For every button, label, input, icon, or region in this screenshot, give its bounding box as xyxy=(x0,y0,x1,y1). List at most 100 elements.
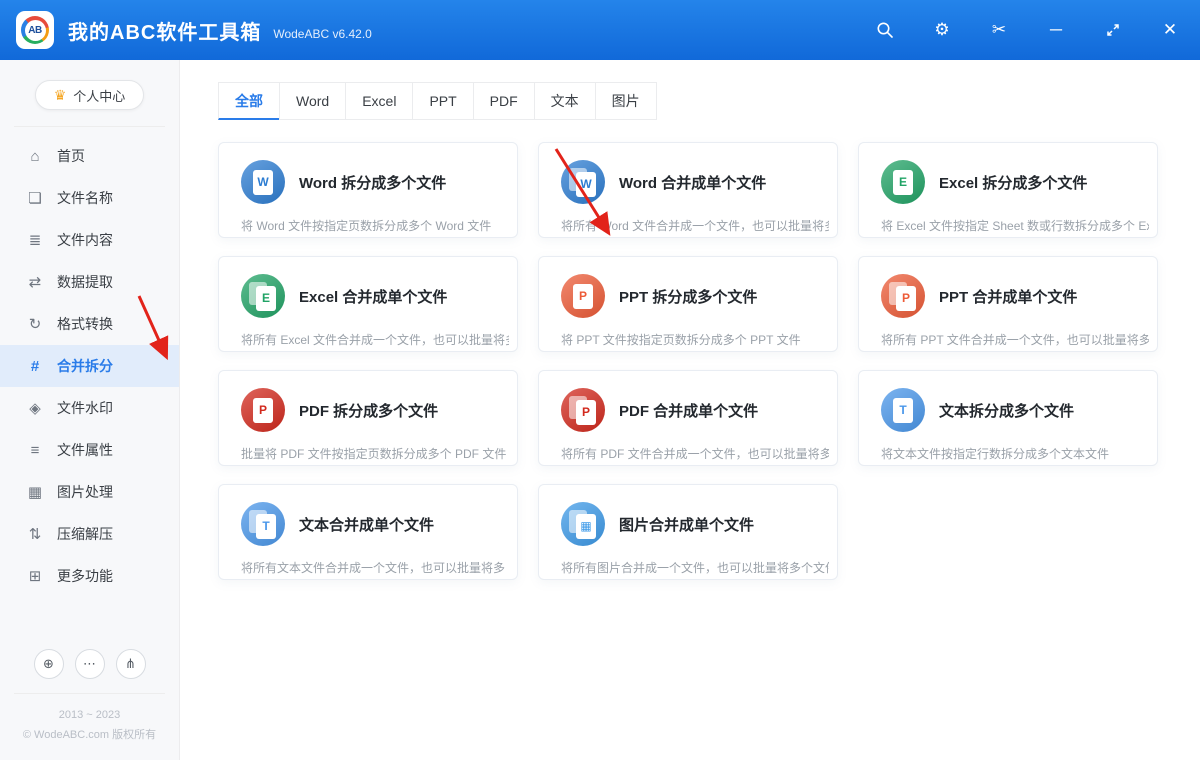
tab-all[interactable]: 全部 xyxy=(218,82,280,120)
sidebar-item-label: 合并拆分 xyxy=(57,356,113,376)
sidebar-item-label: 压缩解压 xyxy=(57,524,113,544)
app-logo-icon: AB xyxy=(16,11,54,49)
card-ppt-split[interactable]: P PPT 拆分成多个文件 将 PPT 文件按指定页数拆分成多个 PPT 文件 xyxy=(538,256,838,352)
profile-center-button[interactable]: ♛ 个人中心 xyxy=(35,80,145,110)
card-title: PPT 合并成单个文件 xyxy=(939,286,1077,307)
sidebar-item-label: 图片处理 xyxy=(57,482,113,502)
card-title: 图片合并成单个文件 xyxy=(619,514,754,535)
image-process-icon: ▦ xyxy=(26,483,44,501)
sidebar-item-image-process[interactable]: ▦ 图片处理 xyxy=(0,471,179,513)
sidebar-item-file-attrs[interactable]: ≡ 文件属性 xyxy=(0,429,179,471)
card-description: 将 Excel 文件按指定 Sheet 数或行数拆分成多个 Exc xyxy=(881,217,1149,234)
card-word-split[interactable]: W Word 拆分成多个文件 将 Word 文件按指定页数拆分成多个 Word … xyxy=(218,142,518,238)
settings-gear-icon[interactable]: ⚙ xyxy=(932,20,952,40)
card-title: PPT 拆分成多个文件 xyxy=(619,286,757,307)
sidebar-item-label: 更多功能 xyxy=(57,566,113,586)
card-text-merge[interactable]: T 文本合并成单个文件 将所有文本文件合并成一个文件，也可以批量将多 xyxy=(218,484,518,580)
sidebar-item-file-name[interactable]: ❏ 文件名称 xyxy=(0,177,179,219)
sidebar-item-label: 数据提取 xyxy=(57,272,113,292)
app-version: WodeABC v6.42.0 xyxy=(273,27,372,41)
tab-image[interactable]: 图片 xyxy=(595,82,657,120)
card-pdf-merge[interactable]: P PDF 合并成单个文件 将所有 PDF 文件合并成一个文件，也可以批量将多 xyxy=(538,370,838,466)
card-image-merge[interactable]: ▦ 图片合并成单个文件 将所有图片合并成一个文件，也可以批量将多个文件 xyxy=(538,484,838,580)
word-split-icon: W xyxy=(241,160,285,204)
card-excel-merge[interactable]: E Excel 合并成单个文件 将所有 Excel 文件合并成一个文件，也可以批… xyxy=(218,256,518,352)
card-title: PDF 拆分成多个文件 xyxy=(299,400,438,421)
sidebar-item-label: 首页 xyxy=(57,146,85,166)
card-description: 将所有图片合并成一个文件，也可以批量将多个文件 xyxy=(561,559,829,576)
card-description: 将 PPT 文件按指定页数拆分成多个 PPT 文件 xyxy=(561,331,829,348)
sidebar-menu: ⌂ 首页 ❏ 文件名称 ≣ 文件内容 ⇄ 数据提取 ↻ 格式转换 # 合并拆分 xyxy=(0,127,179,649)
card-description: 将所有 Excel 文件合并成一个文件，也可以批量将多 xyxy=(241,331,509,348)
sidebar-item-label: 格式转换 xyxy=(57,314,113,334)
file-content-icon: ≣ xyxy=(26,231,44,249)
sidebar-bottom: ⊕ ⋯ ⋔ 2013 ~ 2023 © WodeABC.com 版权所有 xyxy=(0,649,179,760)
excel-merge-icon: E xyxy=(241,274,285,318)
tab-text[interactable]: 文本 xyxy=(534,82,596,120)
excel-split-icon: E xyxy=(881,160,925,204)
titlebar-actions: ⚙ ✂ ─ ✕ xyxy=(875,20,1180,40)
sidebar-item-more[interactable]: ⊞ 更多功能 xyxy=(0,555,179,597)
sidebar-item-file-content[interactable]: ≣ 文件内容 xyxy=(0,219,179,261)
ppt-split-icon: P xyxy=(561,274,605,318)
pdf-merge-icon: P xyxy=(561,388,605,432)
sidebar-item-home[interactable]: ⌂ 首页 xyxy=(0,135,179,177)
card-text-split[interactable]: T 文本拆分成多个文件 将文本文件按指定行数拆分成多个文本文件 xyxy=(858,370,1158,466)
maximize-button[interactable] xyxy=(1103,22,1123,38)
sidebar-item-watermark[interactable]: ◈ 文件水印 xyxy=(0,387,179,429)
more-features-icon: ⊞ xyxy=(26,567,44,585)
card-word-merge[interactable]: W Word 合并成单个文件 将所有 Word 文件合并成一个文件，也可以批量将… xyxy=(538,142,838,238)
sidebar-item-data-extract[interactable]: ⇄ 数据提取 xyxy=(0,261,179,303)
profile-section: ♛ 个人中心 xyxy=(14,60,165,127)
card-excel-split[interactable]: E Excel 拆分成多个文件 将 Excel 文件按指定 Sheet 数或行数… xyxy=(858,142,1158,238)
text-merge-icon: T xyxy=(241,502,285,546)
card-title: Excel 拆分成多个文件 xyxy=(939,172,1087,193)
scissors-icon[interactable]: ✂ xyxy=(989,20,1009,40)
profile-center-label: 个人中心 xyxy=(73,86,125,105)
card-title: PDF 合并成单个文件 xyxy=(619,400,758,421)
footer-copyright: © WodeABC.com 版权所有 xyxy=(0,726,179,746)
card-description: 将所有 PDF 文件合并成一个文件，也可以批量将多 xyxy=(561,445,829,462)
tab-ppt[interactable]: PPT xyxy=(412,82,473,120)
sidebar-item-label: 文件名称 xyxy=(57,188,113,208)
card-pdf-split[interactable]: P PDF 拆分成多个文件 批量将 PDF 文件按指定页数拆分成多个 PDF 文… xyxy=(218,370,518,466)
card-description: 将所有 Word 文件合并成一个文件，也可以批量将多 xyxy=(561,217,829,234)
card-title: Excel 合并成单个文件 xyxy=(299,286,447,307)
feedback-chat-icon[interactable]: ⋯ xyxy=(75,649,105,679)
share-icon[interactable]: ⋔ xyxy=(116,649,146,679)
sidebar-footer: 2013 ~ 2023 © WodeABC.com 版权所有 xyxy=(0,694,179,760)
sidebar-item-format-convert[interactable]: ↻ 格式转换 xyxy=(0,303,179,345)
sidebar: ♛ 个人中心 ⌂ 首页 ❏ 文件名称 ≣ 文件内容 ⇄ 数据提取 ↻ xyxy=(0,60,180,760)
titlebar: AB 我的ABC软件工具箱 WodeABC v6.42.0 ⚙ ✂ ─ ✕ xyxy=(0,0,1200,60)
card-description: 将文本文件按指定行数拆分成多个文本文件 xyxy=(881,445,1149,462)
footer-years: 2013 ~ 2023 xyxy=(0,706,179,726)
card-description: 将所有 PPT 文件合并成一个文件，也可以批量将多 xyxy=(881,331,1149,348)
text-split-icon: T xyxy=(881,388,925,432)
sidebar-item-compress[interactable]: ⇅ 压缩解压 xyxy=(0,513,179,555)
card-title: Word 拆分成多个文件 xyxy=(299,172,446,193)
close-button[interactable]: ✕ xyxy=(1160,20,1180,40)
sidebar-item-label: 文件内容 xyxy=(57,230,113,250)
sidebar-item-label: 文件水印 xyxy=(57,398,113,418)
crown-icon: ♛ xyxy=(54,87,67,104)
tab-excel[interactable]: Excel xyxy=(345,82,413,120)
minimize-button[interactable]: ─ xyxy=(1046,20,1066,40)
sidebar-item-merge-split[interactable]: # 合并拆分 xyxy=(0,345,179,387)
format-convert-icon: ↻ xyxy=(26,315,44,333)
image-merge-icon: ▦ xyxy=(561,502,605,546)
tool-card-grid: W Word 拆分成多个文件 将 Word 文件按指定页数拆分成多个 Word … xyxy=(218,142,1200,580)
home-icon: ⌂ xyxy=(26,148,44,165)
logo-text: AB xyxy=(25,20,46,41)
search-icon[interactable] xyxy=(875,21,895,39)
ppt-merge-icon: P xyxy=(881,274,925,318)
app-title: 我的ABC软件工具箱 xyxy=(68,16,261,45)
tab-pdf[interactable]: PDF xyxy=(473,82,535,120)
file-attrs-icon: ≡ xyxy=(26,442,44,459)
app-shell: ♛ 个人中心 ⌂ 首页 ❏ 文件名称 ≣ 文件内容 ⇄ 数据提取 ↻ xyxy=(0,60,1200,760)
watermark-icon: ◈ xyxy=(26,399,44,417)
compress-icon: ⇅ xyxy=(26,525,44,543)
browser-icon[interactable]: ⊕ xyxy=(34,649,64,679)
card-ppt-merge[interactable]: P PPT 合并成单个文件 将所有 PPT 文件合并成一个文件，也可以批量将多 xyxy=(858,256,1158,352)
tab-word[interactable]: Word xyxy=(279,82,346,120)
card-title: 文本拆分成多个文件 xyxy=(939,400,1074,421)
